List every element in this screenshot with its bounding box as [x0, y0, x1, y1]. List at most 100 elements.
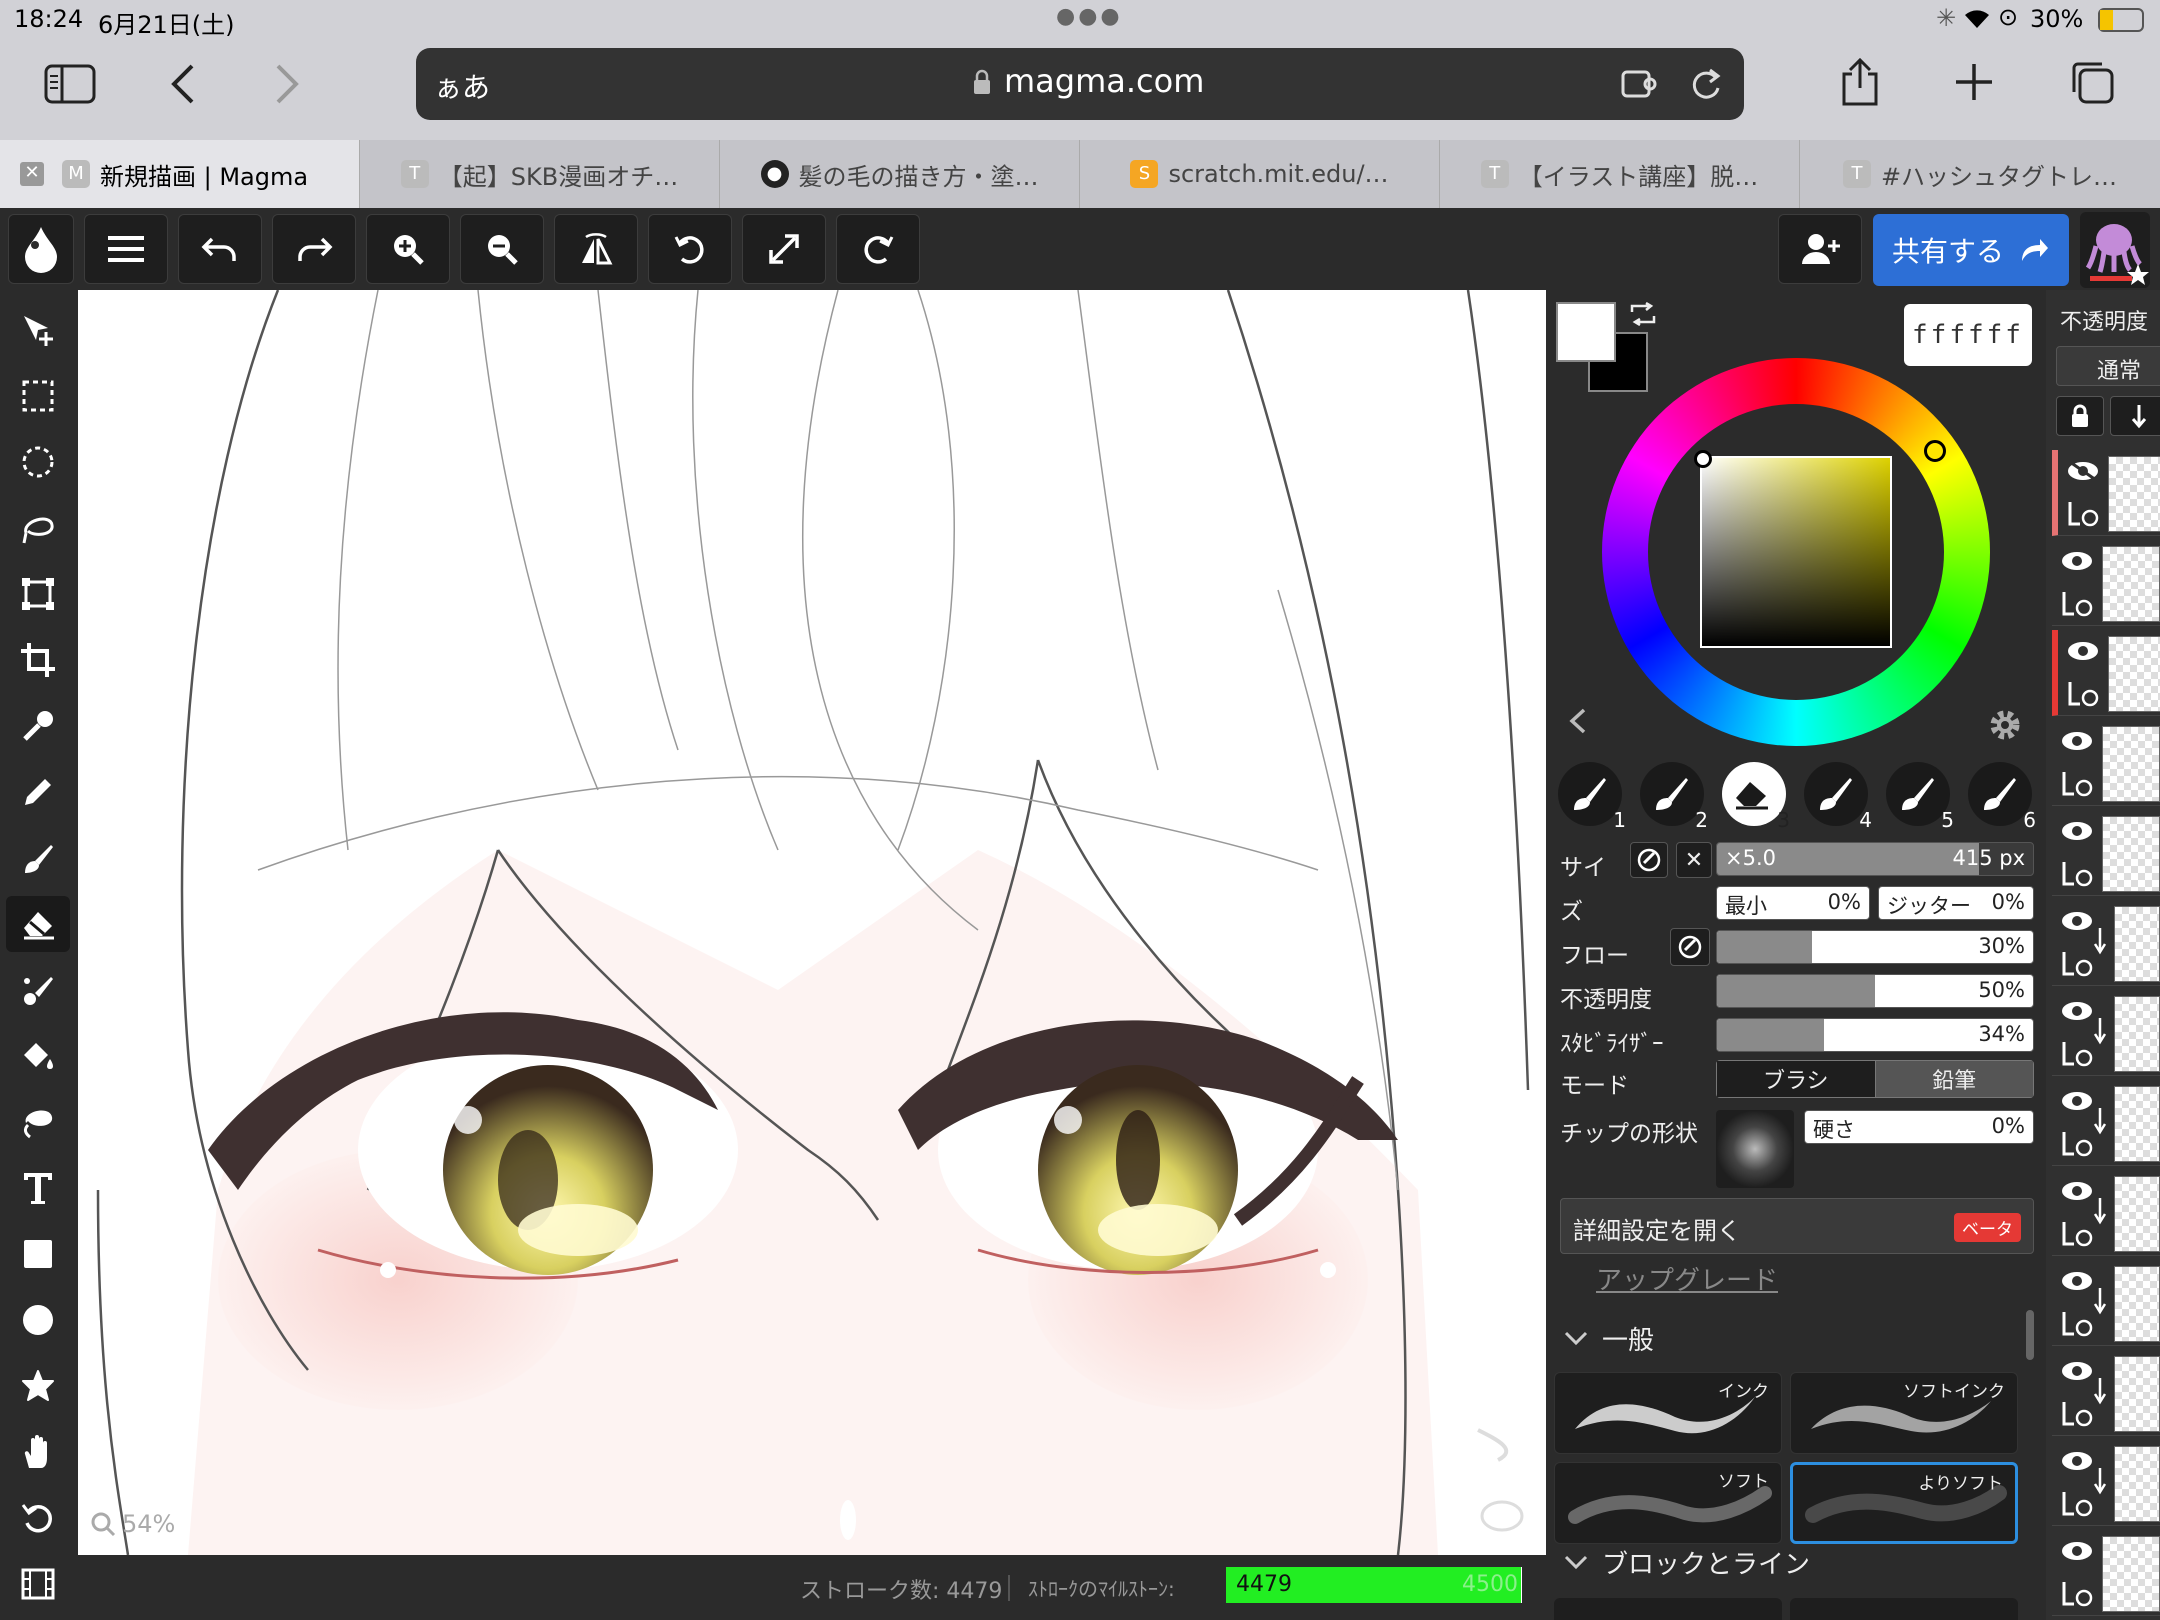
layer-row[interactable]	[2052, 630, 2160, 716]
panel-scrollbar[interactable]	[2026, 1310, 2034, 1360]
magma-logo-button[interactable]	[8, 214, 74, 284]
tab-hair[interactable]: ● 髪の毛の描き方・塗…	[720, 140, 1080, 208]
eye-icon[interactable]	[2060, 1270, 2094, 1292]
tool-eraser[interactable]	[6, 896, 70, 952]
layer-brush-lock-icon[interactable]	[2066, 678, 2100, 708]
layer-brush-lock-icon[interactable]	[2060, 1218, 2094, 1248]
eye-icon[interactable]	[2060, 1090, 2094, 1112]
layer-brush-lock-icon[interactable]	[2060, 1578, 2094, 1608]
eye-icon[interactable]	[2060, 1450, 2094, 1472]
tab-hashtag[interactable]: T #ハッシュタグトレ…	[1800, 140, 2160, 208]
back-icon[interactable]	[168, 62, 198, 106]
stabilizer-slider[interactable]: 34%	[1716, 1018, 2034, 1052]
eye-icon[interactable]	[2060, 1000, 2094, 1022]
flip-button[interactable]	[554, 214, 638, 284]
tool-text[interactable]	[6, 1160, 70, 1216]
brush-preset-ink[interactable]: インク	[1554, 1372, 1782, 1454]
layer-row[interactable]	[2052, 1260, 2160, 1346]
gear-icon[interactable]	[1988, 708, 2022, 742]
eye-icon[interactable]	[2060, 910, 2094, 932]
tool-polygon[interactable]	[6, 1358, 70, 1414]
layer-row[interactable]	[2052, 900, 2160, 986]
share-button[interactable]: 共有する	[1873, 214, 2069, 286]
layer-brush-lock-icon[interactable]	[2060, 1488, 2094, 1518]
multitask-dots-icon[interactable]: ●●●	[1056, 4, 1123, 29]
tool-ellipse[interactable]	[6, 1292, 70, 1348]
layer-row[interactable]	[2052, 720, 2160, 806]
tab-illust[interactable]: T 【イラスト講座】脱…	[1440, 140, 1800, 208]
address-bar[interactable]: ぁあ magma.com	[416, 48, 1744, 120]
size-pressure-toggle[interactable]	[1630, 842, 1668, 878]
jitter-field[interactable]: ジッター 0%	[1878, 886, 2034, 920]
tab-magma[interactable]: ✕ M 新規描画 | Magma	[0, 140, 360, 208]
rotate-left-button[interactable]	[648, 214, 732, 284]
invite-button[interactable]	[1778, 214, 1862, 284]
rotate-right-button[interactable]	[836, 214, 920, 284]
brush-slot-6[interactable]: 6	[1968, 762, 2036, 832]
brush-slot-2[interactable]: 2	[1640, 762, 1708, 832]
eye-hidden-icon[interactable]	[2066, 460, 2100, 482]
brush-preset-soft[interactable]: ソフト	[1554, 1462, 1782, 1544]
lock-layer-button[interactable]	[2056, 396, 2104, 436]
layer-row[interactable]	[2052, 810, 2160, 896]
layer-brush-lock-icon[interactable]	[2060, 948, 2094, 978]
hue-handle[interactable]	[1924, 440, 1946, 462]
layer-brush-lock-icon[interactable]	[2060, 1128, 2094, 1158]
layer-row[interactable]	[2052, 1080, 2160, 1166]
redo-button[interactable]	[272, 214, 356, 284]
drawing-canvas[interactable]: 54%	[78, 290, 1546, 1555]
tab-skb[interactable]: T 【起】SKB漫画オチ…	[360, 140, 720, 208]
hardness-slider[interactable]: 硬さ 0%	[1804, 1110, 2034, 1144]
tool-rectangle[interactable]	[6, 1226, 70, 1282]
swap-colors-icon[interactable]	[1628, 302, 1658, 326]
tool-lasso[interactable]	[6, 500, 70, 556]
blend-mode-select[interactable]: 通常	[2056, 346, 2160, 386]
layer-row[interactable]	[2052, 450, 2160, 536]
tool-rotate[interactable]	[6, 1490, 70, 1546]
color-picker-handle[interactable]	[1694, 450, 1712, 468]
tool-animation[interactable]	[6, 1556, 70, 1612]
layer-row[interactable]	[2052, 990, 2160, 1076]
tool-hand[interactable]	[6, 1424, 70, 1480]
collapse-left-icon[interactable]	[1568, 706, 1588, 736]
flow-pressure-toggle[interactable]	[1670, 928, 1710, 966]
tab-overview-icon[interactable]	[2068, 60, 2116, 106]
eye-icon[interactable]	[2060, 550, 2094, 572]
reader-aa-button[interactable]: ぁあ	[434, 66, 490, 106]
avatar[interactable]	[2080, 212, 2150, 288]
tool-transform[interactable]	[6, 566, 70, 622]
tool-move[interactable]	[6, 302, 70, 358]
tip-shape-preview[interactable]	[1716, 1110, 1794, 1188]
fit-screen-button[interactable]	[742, 214, 826, 284]
flow-slider[interactable]: 30%	[1716, 930, 2034, 964]
tool-crop[interactable]	[6, 632, 70, 688]
menu-button[interactable]	[84, 214, 168, 284]
layer-brush-lock-icon[interactable]	[2060, 1308, 2094, 1338]
brush-preset-partial[interactable]	[1554, 1598, 1782, 1620]
opacity-slider[interactable]: 50%	[1716, 974, 2034, 1008]
undo-button[interactable]	[178, 214, 262, 284]
reload-icon[interactable]	[1688, 64, 1724, 104]
mode-brush-button[interactable]: ブラシ	[1717, 1061, 1876, 1097]
brush-slot-3[interactable]: 3	[1722, 762, 1790, 832]
size-clear-button[interactable]: ✕	[1676, 842, 1712, 878]
size-slider[interactable]: ×5.0 415 px	[1716, 842, 2034, 876]
upgrade-link[interactable]: アップグレード	[1596, 1260, 1778, 1297]
sidebar-icon[interactable]	[44, 64, 96, 104]
brush-slot-4[interactable]: 4	[1804, 762, 1872, 832]
tool-pencil[interactable]	[6, 764, 70, 820]
section-general-header[interactable]: 一般	[1564, 1320, 1654, 1357]
brush-preset-partial[interactable]	[1790, 1598, 2018, 1620]
forward-icon[interactable]	[272, 62, 302, 106]
layer-brush-lock-icon[interactable]	[2060, 768, 2094, 798]
layer-row[interactable]	[2052, 1530, 2160, 1616]
advanced-settings-button[interactable]: 詳細設定を開く ベータ	[1560, 1198, 2034, 1254]
eye-icon[interactable]	[2060, 820, 2094, 842]
section-blocks-header[interactable]: ブロックとライン	[1564, 1544, 1810, 1581]
layer-row[interactable]	[2052, 1170, 2160, 1256]
layer-row[interactable]	[2052, 1350, 2160, 1436]
layer-brush-lock-icon[interactable]	[2060, 1038, 2094, 1068]
tool-eyedropper[interactable]	[6, 698, 70, 754]
layer-brush-lock-icon[interactable]	[2060, 588, 2094, 618]
new-tab-icon[interactable]	[1954, 62, 1994, 102]
